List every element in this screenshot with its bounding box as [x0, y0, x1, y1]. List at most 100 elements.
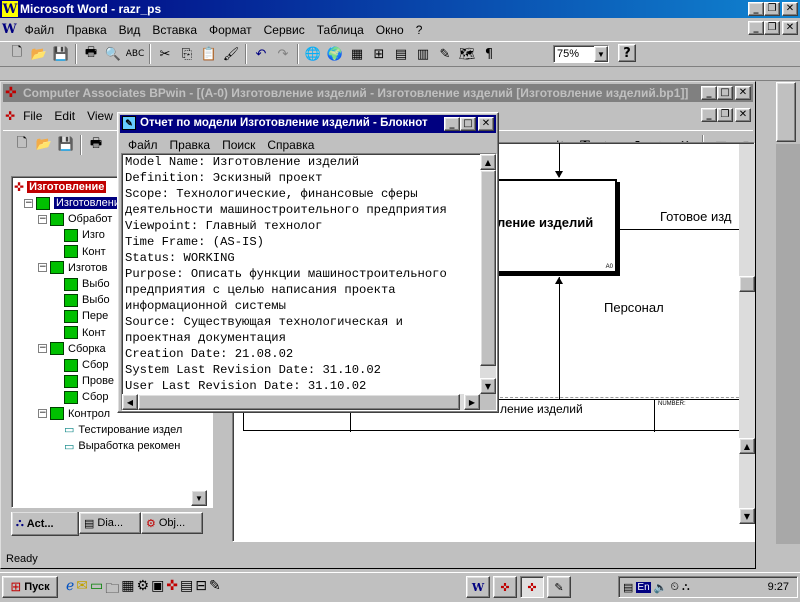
- collapse-icon[interactable]: −: [38, 344, 47, 354]
- copy-icon[interactable]: ⎘: [176, 43, 198, 65]
- word-menu-window[interactable]: Окно: [370, 23, 410, 37]
- bpwin-doc-minimize-icon[interactable]: _: [701, 108, 717, 122]
- new-doc-icon[interactable]: 🗋: [6, 43, 28, 65]
- word-menu-edit[interactable]: Правка: [60, 23, 113, 37]
- tree-item[interactable]: Сбор: [52, 357, 108, 373]
- cut-icon[interactable]: ✂: [154, 43, 176, 65]
- mechanism-arrow[interactable]: [559, 277, 560, 399]
- tree-item[interactable]: − Контрол: [38, 406, 110, 422]
- word-titlebar[interactable]: W Microsoft Word - razr_ps _ ❐ ✕: [0, 0, 800, 18]
- notepad-scroll-down-icon[interactable]: ▼: [480, 378, 496, 394]
- word-vertical-scrollbar[interactable]: [756, 82, 800, 572]
- drawing-icon[interactable]: ✎: [434, 43, 456, 65]
- tables-icon[interactable]: ▦: [346, 43, 368, 65]
- task-bpwin-icon[interactable]: ✜: [493, 576, 517, 598]
- notepad-maximize-icon[interactable]: □: [460, 117, 476, 131]
- desktop-icon[interactable]: ▭: [90, 578, 103, 602]
- zoom-select[interactable]: 75% ▼: [553, 45, 609, 63]
- bpwin-save-icon[interactable]: 💾: [55, 134, 77, 156]
- close-icon[interactable]: ✕: [782, 2, 798, 16]
- chevron-down-icon[interactable]: ▼: [594, 46, 608, 62]
- app-icon-7[interactable]: ⊟: [195, 578, 207, 602]
- app-icon-1[interactable]: 🗀: [105, 578, 119, 602]
- format-painter-icon[interactable]: 🖌: [220, 43, 242, 65]
- app-icon-8[interactable]: ✎: [209, 578, 221, 602]
- redo-icon[interactable]: ↷: [272, 43, 294, 65]
- app-icon-6[interactable]: ▤: [180, 578, 193, 602]
- word-menu-help[interactable]: ?: [410, 23, 429, 37]
- word-menu-insert[interactable]: Вставка: [146, 23, 203, 37]
- tray-monitor-icon[interactable]: ▤: [623, 581, 633, 594]
- notepad-scroll-right-icon[interactable]: ▶: [464, 394, 480, 410]
- tree-item[interactable]: Конт: [52, 244, 106, 260]
- notepad-vscroll[interactable]: ▲ ▼: [480, 154, 496, 394]
- task-word-icon[interactable]: W: [466, 576, 490, 598]
- collapse-icon[interactable]: −: [38, 214, 47, 224]
- collapse-icon[interactable]: −: [38, 409, 47, 419]
- notepad-menu-help[interactable]: Справка: [261, 138, 320, 152]
- tray-clock[interactable]: 9:27: [768, 581, 789, 593]
- bpwin-menu-view[interactable]: View: [81, 109, 119, 123]
- undo-icon[interactable]: ↶: [250, 43, 272, 65]
- tree-item[interactable]: − Сборка: [38, 341, 106, 357]
- task-notepad-icon[interactable]: ✎: [547, 576, 571, 598]
- start-button[interactable]: ⊞ Пуск: [2, 576, 58, 598]
- bpwin-doc-close-icon[interactable]: ✕: [735, 108, 751, 122]
- doc-minimize-icon[interactable]: _: [748, 21, 764, 35]
- scroll-down-icon[interactable]: ▼: [739, 508, 755, 524]
- notepad-scroll-up-icon[interactable]: ▲: [480, 154, 496, 170]
- tab-diagrams[interactable]: ▤ Dia...: [79, 512, 141, 534]
- collapse-icon[interactable]: −: [24, 198, 33, 208]
- tree-item[interactable]: ▭ Тестирование издел: [52, 422, 182, 438]
- web-toolbar-icon[interactable]: 🌍: [324, 43, 346, 65]
- activity-box[interactable]: ление изделий A0: [495, 179, 617, 273]
- paste-icon[interactable]: 📋: [198, 43, 220, 65]
- tree-item[interactable]: Выбо: [52, 292, 110, 308]
- tray-network-icon[interactable]: ⛬: [682, 581, 690, 594]
- hyperlink-icon[interactable]: 🌐: [302, 43, 324, 65]
- diagram-vscroll-thumb[interactable]: [739, 276, 755, 292]
- tree-item[interactable]: Пере: [52, 308, 108, 324]
- excel-icon[interactable]: ▤: [390, 43, 412, 65]
- bpwin-maximize-icon[interactable]: □: [717, 86, 733, 100]
- tree-item[interactable]: − Изготовление: [24, 195, 129, 211]
- app-icon-2[interactable]: ▦: [121, 578, 134, 602]
- word-menu-file[interactable]: Файл: [19, 23, 61, 37]
- doc-map-icon[interactable]: 🗺: [456, 43, 478, 65]
- restore-icon[interactable]: ❐: [764, 2, 780, 16]
- word-menu-format[interactable]: Формат: [203, 23, 258, 37]
- notepad-titlebar[interactable]: ✎ Отчет по модели Изготовление изделий -…: [120, 115, 496, 133]
- notepad-text-area[interactable]: Model Name: Изготовление изделий Definiti…: [121, 153, 497, 411]
- diagram-vscroll[interactable]: ▼: [739, 144, 755, 524]
- tree-item[interactable]: Конт: [52, 325, 106, 341]
- scroll-up-icon[interactable]: ▲: [739, 438, 755, 454]
- notepad-menu-edit[interactable]: Правка: [164, 138, 217, 152]
- notepad-size-grip[interactable]: [480, 394, 496, 410]
- tree-item[interactable]: Сбор: [52, 389, 108, 405]
- notepad-menu-file[interactable]: Файл: [122, 138, 164, 152]
- tray-volume-icon[interactable]: 🔈: [654, 581, 668, 594]
- doc-close-icon[interactable]: ✕: [782, 21, 798, 35]
- print-icon[interactable]: 🖶: [80, 43, 102, 65]
- bpwin-doc-restore-icon[interactable]: ❐: [717, 108, 733, 122]
- bpwin-minimize-icon[interactable]: _: [701, 86, 717, 100]
- insert-table-icon[interactable]: ⊞: [368, 43, 390, 65]
- tree-scroll-right[interactable]: ▼: [191, 490, 207, 506]
- tree-item[interactable]: ▭ Выработка рекомен: [52, 438, 180, 454]
- notepad-close-icon[interactable]: ✕: [478, 117, 494, 131]
- collapse-icon[interactable]: −: [38, 263, 47, 273]
- save-icon[interactable]: 💾: [50, 43, 72, 65]
- outlook-icon[interactable]: ✉: [76, 578, 88, 602]
- bpwin-new-icon[interactable]: 🗋: [11, 134, 33, 156]
- doc-restore-icon[interactable]: ❐: [764, 21, 780, 35]
- tray-scheduler-icon[interactable]: ⏲: [670, 581, 679, 594]
- tray-lang-indicator[interactable]: En: [636, 581, 651, 593]
- notepad-hscroll-thumb[interactable]: [138, 394, 460, 410]
- bpwin-doc-icon[interactable]: ✜: [3, 109, 17, 123]
- columns-icon[interactable]: ▥: [412, 43, 434, 65]
- ie-icon[interactable]: ℯ: [66, 578, 74, 602]
- tree-item[interactable]: − Обработ: [38, 211, 112, 227]
- word-menu-view[interactable]: Вид: [113, 23, 147, 37]
- app-icon-5[interactable]: ✜: [166, 578, 178, 602]
- task-bpwin2-icon[interactable]: ✜: [520, 576, 544, 598]
